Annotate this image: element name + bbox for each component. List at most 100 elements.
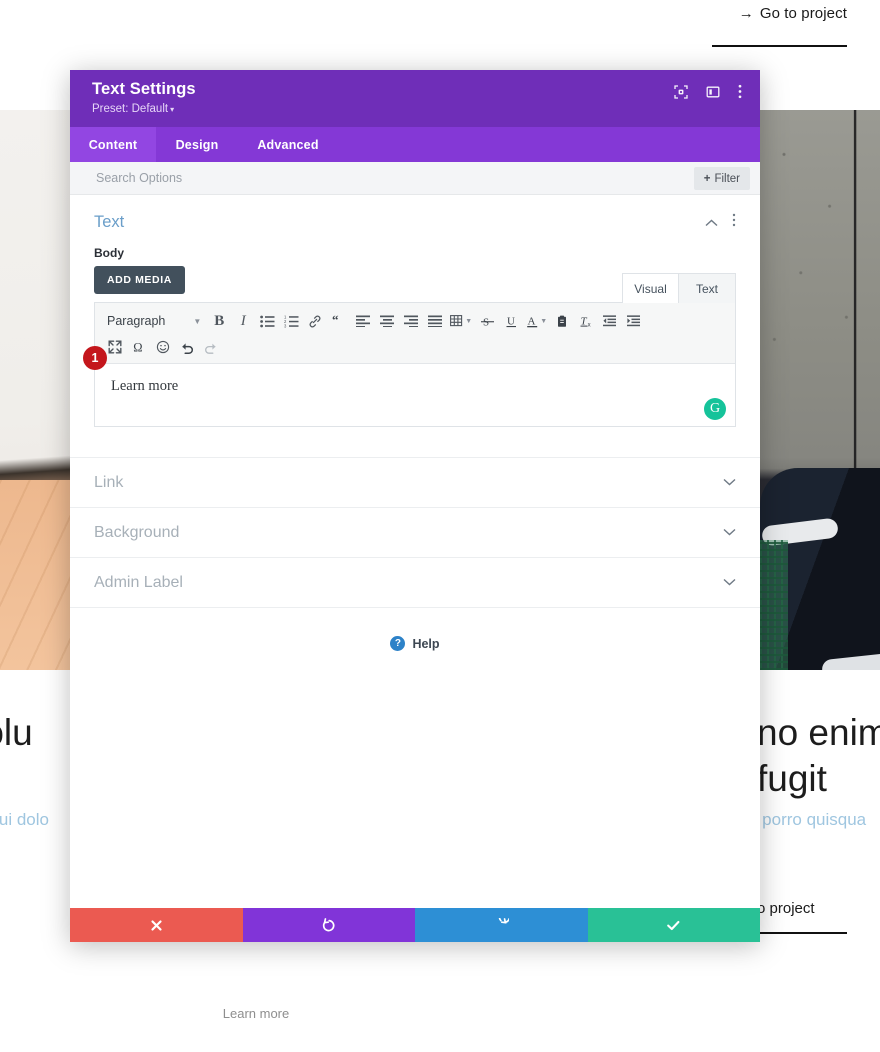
text-section-title: Text — [94, 213, 125, 231]
cancel-button[interactable] — [70, 908, 243, 942]
plus-icon: + — [703, 172, 711, 185]
format-select-value: Paragraph — [107, 314, 166, 328]
right-column-heading-line2: fugit — [757, 758, 827, 799]
align-center-icon[interactable] — [375, 309, 399, 333]
text-section-header: Text — [70, 195, 760, 238]
body-field-label: Body — [94, 246, 124, 260]
editor-tab-visual[interactable]: Visual — [622, 273, 679, 303]
emoji-icon[interactable] — [151, 335, 175, 359]
editor-toolbar: Paragraph ▼ B I 1 2 3 “ ▼ U A ▼ T x Ω — [95, 303, 735, 364]
chevron-down-icon: ▼ — [193, 316, 202, 326]
modal-header-icon-group — [674, 84, 742, 99]
chevron-down-icon — [723, 577, 736, 589]
wysiwyg-editor: Visual Text Paragraph ▼ B I 1 2 3 “ ▼ U … — [83, 273, 736, 427]
undo-icon[interactable] — [175, 335, 199, 359]
chevron-down-icon: ▾ — [170, 105, 175, 114]
add-media-button[interactable]: ADD MEDIA — [94, 266, 185, 294]
grammarly-glyph: G — [709, 401, 721, 416]
go-to-project-link-bottom[interactable]: o project — [757, 900, 815, 917]
paste-as-text-icon[interactable] — [550, 309, 574, 333]
editor-spacer — [70, 427, 760, 457]
bold-icon[interactable]: B — [207, 309, 231, 333]
photo-right-mesh — [760, 540, 788, 670]
modal-preset-selector[interactable]: Preset: Default ▾ — [92, 103, 738, 115]
format-select[interactable]: Paragraph ▼ — [103, 309, 207, 333]
svg-text:U: U — [507, 315, 515, 327]
page-learn-more-label: Learn more — [222, 1006, 290, 1021]
text-settings-modal: Text Settings Preset: Default ▾ Content … — [70, 70, 760, 942]
go-to-project-underline-top — [712, 45, 847, 47]
filter-button[interactable]: + Filter — [693, 167, 750, 190]
help-label: Help — [412, 636, 440, 651]
link-icon[interactable] — [303, 309, 327, 333]
chevron-down-icon — [723, 527, 736, 539]
redo-button[interactable] — [415, 908, 588, 942]
search-options-bar: +Filter — [70, 162, 760, 195]
text-color-icon[interactable]: A ▼ — [523, 309, 550, 333]
step-badge-1: 1 — [83, 346, 107, 370]
italic-icon[interactable]: I — [231, 309, 255, 333]
go-to-project-link-top[interactable]: → Go to project — [739, 5, 847, 22]
special-character-icon[interactable]: Ω — [127, 335, 151, 359]
help-icon: ? — [390, 636, 406, 651]
numbered-list-icon[interactable]: 1 2 3 — [279, 309, 303, 333]
tab-content[interactable]: Content — [70, 127, 156, 162]
photo-left-surface — [0, 110, 72, 670]
modal-title: Text Settings — [92, 80, 196, 98]
modal-tab-bar: Content Design Advanced — [70, 127, 760, 162]
chevron-down-icon: ▼ — [540, 317, 548, 325]
kebab-menu-icon[interactable] — [738, 84, 742, 99]
right-column-heading-line1: no enim ip — [757, 712, 880, 753]
align-left-icon[interactable] — [351, 309, 375, 333]
page-root: →Go to project n volu , qui dolo no enim… — [0, 0, 880, 1052]
svg-text:“: “ — [332, 315, 339, 327]
background-photo-right — [760, 110, 880, 670]
accordion-background[interactable]: Background — [70, 507, 760, 557]
right-column-heading: no enim ip fugit — [757, 710, 880, 802]
strikethrough-icon[interactable]: S — [475, 309, 499, 333]
clear-formatting-icon[interactable]: T x — [574, 309, 598, 333]
search-input[interactable] — [94, 170, 594, 186]
body-editor-wrapper: ADD MEDIA Visual Text Paragraph ▼ B I 1 … — [70, 266, 760, 427]
left-column-subtext: , qui dolo — [0, 810, 49, 829]
arrow-right-icon: → — [738, 5, 754, 22]
editor-body-text[interactable]: Learn more — [111, 378, 719, 395]
chevron-down-icon: ▼ — [465, 317, 473, 325]
table-icon[interactable]: ▼ — [447, 309, 475, 333]
modal-header: Text Settings Preset: Default ▾ — [70, 70, 760, 127]
grammarly-icon[interactable]: G — [704, 398, 726, 420]
accordion-link-label: Link — [94, 473, 124, 491]
undo-button[interactable] — [242, 908, 415, 942]
accordion-admin-label[interactable]: Admin Label — [70, 557, 760, 607]
tab-design[interactable]: Design — [156, 127, 238, 162]
tab-advanced[interactable]: Advanced — [238, 127, 338, 162]
indent-icon[interactable] — [622, 309, 646, 333]
page-learn-more-text: Learn more — [0, 1006, 880, 1021]
svg-text:x: x — [587, 322, 590, 327]
underline-icon[interactable]: U — [499, 309, 523, 333]
bullet-list-icon[interactable] — [255, 309, 279, 333]
svg-text:Ω: Ω — [133, 341, 142, 354]
background-photo-left — [0, 110, 72, 670]
editor-toolbar-row-2: Ω — [103, 335, 727, 359]
filter-button-label: Filter — [714, 172, 740, 185]
redo-icon[interactable] — [199, 335, 223, 359]
align-right-icon[interactable] — [399, 309, 423, 333]
right-column-subtext: e porro quisqua — [748, 810, 867, 829]
accordion-link[interactable]: Link — [70, 457, 760, 507]
chevron-up-icon[interactable] — [705, 214, 718, 232]
layout-panel-icon[interactable] — [706, 85, 720, 99]
editor-tab-text[interactable]: Text — [679, 273, 736, 303]
blockquote-icon[interactable]: “ — [327, 309, 351, 333]
editor-toolbar-row-1: Paragraph ▼ B I 1 2 3 “ ▼ U A ▼ T x — [103, 309, 727, 333]
section-kebab-menu-icon[interactable] — [732, 213, 736, 232]
save-button[interactable] — [587, 908, 760, 942]
svg-text:3: 3 — [284, 323, 287, 327]
modal-preset-label: Preset: Default — [92, 103, 169, 115]
help-link[interactable]: ? Help — [70, 607, 760, 651]
focus-icon[interactable] — [674, 84, 688, 99]
editor-content-area[interactable]: 1 Learn more G — [83, 346, 735, 426]
justify-icon[interactable] — [423, 309, 447, 333]
outdent-icon[interactable] — [598, 309, 622, 333]
modal-footer — [70, 908, 760, 942]
